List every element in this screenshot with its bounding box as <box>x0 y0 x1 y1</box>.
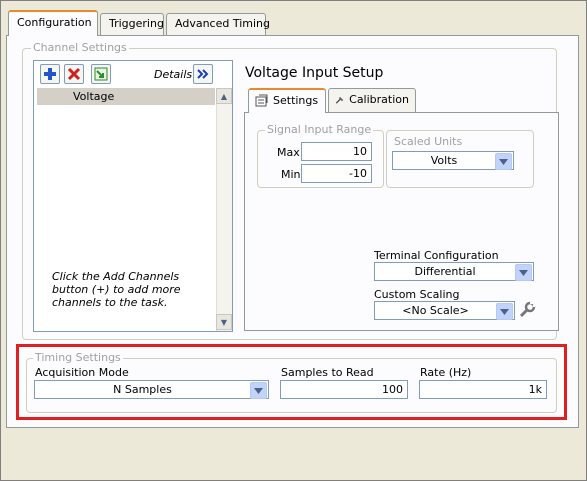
remove-channel-button[interactable] <box>64 64 84 84</box>
browse-channel-button[interactable] <box>91 64 111 84</box>
min-label: Min <box>281 168 301 181</box>
bottom-bar <box>6 428 579 448</box>
dropdown-arrow-icon <box>515 264 532 281</box>
add-channel-button[interactable] <box>40 64 60 84</box>
tab-triggering[interactable]: Triggering <box>100 13 164 35</box>
details-label: Details <box>154 68 193 81</box>
scaled-units-value: Volts <box>430 154 458 167</box>
tab-advanced-timing[interactable]: Advanced Timing <box>166 13 270 35</box>
channel-settings-legend: Channel Settings <box>31 41 129 54</box>
terminal-config-select[interactable]: Differential <box>374 262 534 281</box>
max-label: Max <box>277 146 300 159</box>
tab-settings-label: Settings <box>273 94 319 107</box>
custom-scaling-value: <No Scale> <box>402 304 469 317</box>
browse-channel-icon <box>94 67 108 81</box>
tab-advanced-timing-label: Advanced Timing <box>175 17 270 30</box>
add-channels-hint: Click the Add Channels button (+) to add… <box>52 270 181 309</box>
scroll-down-button[interactable]: ▼ <box>216 314 232 330</box>
signal-input-range-legend: Signal Input Range <box>265 123 374 136</box>
scale-wrench-button[interactable] <box>518 301 536 319</box>
scroll-up-button[interactable]: ▲ <box>216 88 232 104</box>
tab-triggering-label: Triggering <box>109 17 164 30</box>
remove-channel-icon <box>67 67 81 81</box>
custom-scaling-select[interactable]: <No Scale> <box>374 301 515 320</box>
chevron-down-icon: ▼ <box>220 317 228 327</box>
tab-calibration-label: Calibration <box>349 93 409 106</box>
expand-details-button[interactable] <box>193 64 213 84</box>
tab-configuration[interactable]: Configuration <box>8 10 98 36</box>
calibration-icon <box>335 96 344 104</box>
terminal-config-label: Terminal Configuration <box>374 249 499 262</box>
scaled-units-legend: Scaled Units <box>392 135 465 148</box>
channel-list-item-label: Voltage <box>73 90 115 103</box>
scaled-units-select[interactable]: Volts <box>392 151 514 170</box>
expand-details-icon <box>197 69 209 79</box>
timing-highlight-box <box>16 344 567 420</box>
tab-settings[interactable]: Settings <box>248 88 326 113</box>
scale-wrench-icon <box>519 301 536 318</box>
settings-icon <box>255 94 268 107</box>
add-channel-icon <box>44 68 56 80</box>
channel-list-scrollbar[interactable] <box>216 88 232 331</box>
min-input[interactable]: -10 <box>301 164 372 183</box>
channel-list-item[interactable]: Voltage <box>37 88 215 105</box>
terminal-config-value: Differential <box>414 265 476 278</box>
max-input[interactable]: 10 <box>301 142 372 161</box>
dropdown-arrow-icon <box>496 303 513 320</box>
custom-scaling-label: Custom Scaling <box>374 288 460 301</box>
dropdown-arrow-icon <box>495 153 512 170</box>
tab-configuration-label: Configuration <box>17 16 92 29</box>
voltage-setup-title: Voltage Input Setup <box>245 65 384 81</box>
tab-calibration[interactable]: Calibration <box>328 88 416 112</box>
chevron-up-icon: ▲ <box>220 91 228 101</box>
